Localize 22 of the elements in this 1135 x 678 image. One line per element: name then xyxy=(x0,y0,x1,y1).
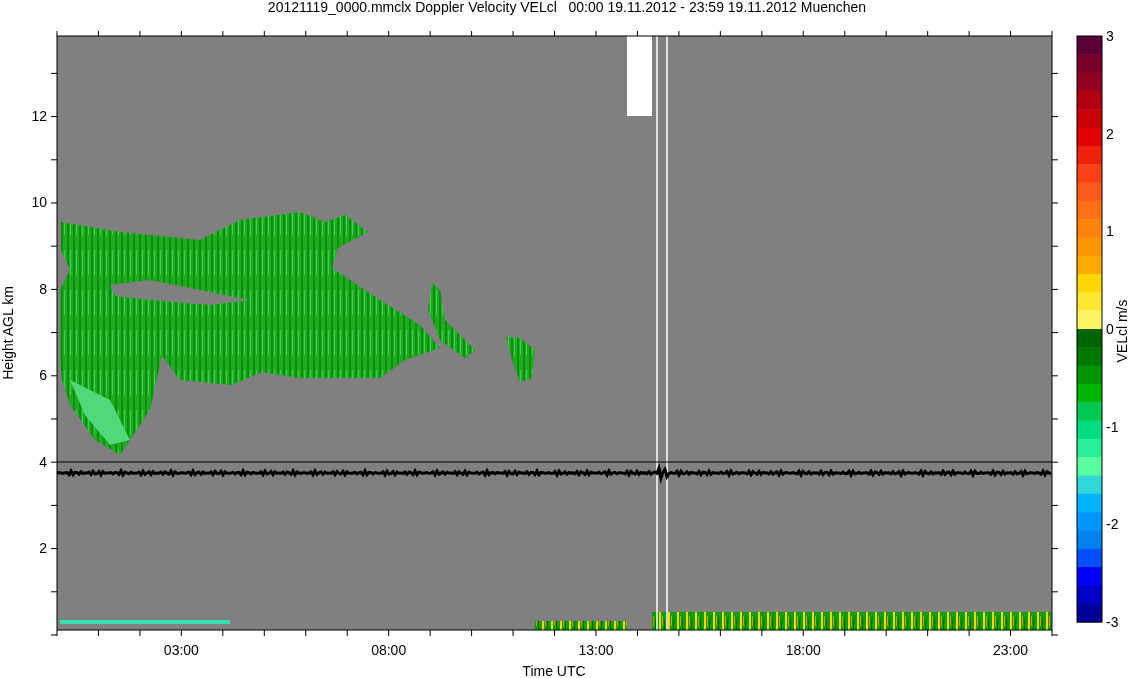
y-tick-label: 10 xyxy=(31,194,47,211)
colorbar-label: VELcl m/s xyxy=(1114,299,1130,363)
colorbar-tick-label: 2 xyxy=(1106,125,1114,142)
chart-title: 20121119_0000.mmclx Doppler Velocity VELcl 00:00 19.11.2012 - 23:59 19.11.2012 Muenchen xyxy=(267,0,867,15)
y-axis-label: Height AGL km xyxy=(0,286,16,380)
x-tick-label: 18:00 xyxy=(785,642,821,658)
colorbar-tick-label: 0 xyxy=(1106,321,1114,337)
colorbar-tick-label: -1 xyxy=(1106,418,1119,435)
x-tick-label: 03:00 xyxy=(163,642,199,658)
x-axis-label: Time UTC xyxy=(522,663,586,678)
y-tick-label: 12 xyxy=(31,108,47,124)
x-tick-label: 13:00 xyxy=(578,642,614,658)
colorbar-tick-label: 1 xyxy=(1106,223,1114,240)
colorbar-tick-label: -2 xyxy=(1106,516,1119,533)
colorbar-tick-label: -3 xyxy=(1106,614,1119,630)
y-tick-label: 6 xyxy=(39,367,47,384)
y-tick-label: 8 xyxy=(39,280,47,297)
y-tick-label: 4 xyxy=(39,453,47,470)
y-tick-label: 2 xyxy=(39,540,47,556)
x-tick-label: 23:00 xyxy=(993,642,1029,658)
colorbar-tick-label: 3 xyxy=(1106,28,1114,44)
x-tick-label: 08:00 xyxy=(371,642,407,658)
